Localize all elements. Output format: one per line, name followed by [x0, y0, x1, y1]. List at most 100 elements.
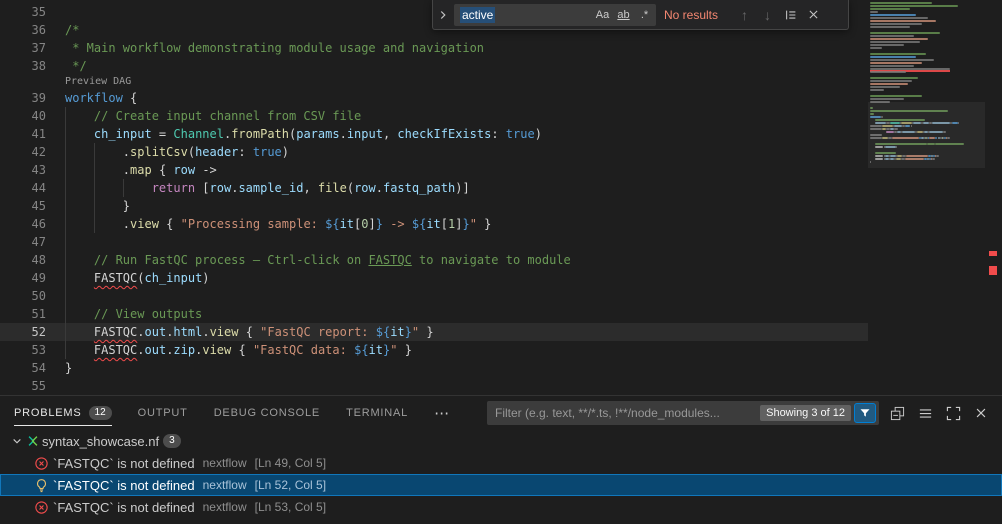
- line-number[interactable]: 45: [0, 197, 46, 215]
- panel-tab-problems[interactable]: PROBLEMS12: [14, 396, 112, 430]
- line-code[interactable]: // Create input channel from CSV file: [46, 107, 868, 125]
- line-number[interactable]: 37: [0, 39, 46, 57]
- more-filters-button[interactable]: [854, 403, 876, 423]
- line-code[interactable]: return [row.sample_id, file(row.fastq_pa…: [46, 179, 868, 197]
- line-code[interactable]: }: [46, 359, 868, 377]
- token: "Processing sample:: [181, 217, 326, 231]
- line-code[interactable]: FASTQC.out.zip.view { "FastQC data: ${it…: [46, 341, 868, 359]
- code-editor[interactable]: 3536 /* 37 * Main workflow demonstrating m…: [0, 0, 1002, 395]
- line-code[interactable]: ch_input = Channel.fromPath(params.input…: [46, 125, 868, 143]
- token: "FastQC data:: [253, 343, 354, 357]
- more-tabs-button[interactable]: ⋯: [434, 404, 450, 422]
- minimap-line: [870, 86, 900, 88]
- line-number[interactable]: 55: [0, 377, 46, 395]
- line-number[interactable]: 48: [0, 251, 46, 269]
- line-number[interactable]: 35: [0, 3, 46, 21]
- match-case-toggle[interactable]: Aa: [593, 5, 612, 24]
- line-code[interactable]: [46, 233, 868, 251]
- panel-tab-output[interactable]: OUTPUT: [138, 396, 188, 430]
- code-line-47[interactable]: 47: [0, 233, 868, 251]
- indent-guide: [65, 179, 66, 197]
- panel-tab-terminal[interactable]: TERMINAL: [346, 396, 408, 430]
- code-line-46[interactable]: 46 .view { "Processing sample: ${it[0]} …: [0, 215, 868, 233]
- collapse-all-button[interactable]: [886, 402, 908, 424]
- token: // Run FastQC process — Ctrl-click on: [94, 253, 369, 267]
- minimap[interactable]: [868, 0, 985, 395]
- line-code[interactable]: * Main workflow demonstrating module usa…: [46, 39, 868, 57]
- code-line-49[interactable]: 49 FASTQC(ch_input): [0, 269, 868, 287]
- maximize-panel-button[interactable]: [942, 402, 964, 424]
- problem-row[interactable]: `FASTQC` is not definednextflow[Ln 53, C…: [0, 496, 1002, 518]
- line-number[interactable]: 54: [0, 359, 46, 377]
- close-panel-button[interactable]: [970, 402, 992, 424]
- line-number[interactable]: 43: [0, 161, 46, 179]
- line-code[interactable]: */: [46, 57, 868, 75]
- line-code[interactable]: // View outputs: [46, 305, 868, 323]
- minimap-slider[interactable]: [868, 102, 985, 168]
- code-line-52[interactable]: 52 FASTQC.out.html.view { "FastQC report…: [0, 323, 868, 341]
- line-number[interactable]: 52: [0, 323, 46, 341]
- previous-match-button[interactable]: ↑: [734, 4, 755, 25]
- problem-row[interactable]: `FASTQC` is not definednextflow[Ln 52, C…: [0, 474, 1002, 496]
- line-number[interactable]: 41: [0, 125, 46, 143]
- code-line-38[interactable]: 38 */: [0, 57, 868, 75]
- code-lens-preview-dag[interactable]: Preview DAG: [65, 75, 868, 89]
- minimap-line: [870, 11, 878, 13]
- whole-word-toggle[interactable]: ab: [614, 5, 633, 24]
- line-code[interactable]: // Run FastQC process — Ctrl-click on FA…: [46, 251, 868, 269]
- panel-tab-debug-console[interactable]: DEBUG CONSOLE: [214, 396, 320, 430]
- line-code[interactable]: FASTQC(ch_input): [46, 269, 868, 287]
- token: :: [238, 145, 252, 159]
- view-as-table-button[interactable]: [914, 402, 936, 424]
- code-line-40[interactable]: 40 // Create input channel from CSV file: [0, 107, 868, 125]
- regex-toggle[interactable]: .*: [635, 5, 654, 24]
- code-line-41[interactable]: 41 ch_input = Channel.fromPath(params.in…: [0, 125, 868, 143]
- token: [65, 325, 94, 339]
- line-number[interactable]: 38: [0, 57, 46, 75]
- problem-row[interactable]: `FASTQC` is not definednextflow[Ln 49, C…: [0, 452, 1002, 474]
- code-line-50[interactable]: 50: [0, 287, 868, 305]
- filter-input[interactable]: [495, 406, 757, 420]
- token: header: [195, 145, 238, 159]
- line-number[interactable]: 44: [0, 179, 46, 197]
- token: /*: [65, 23, 79, 37]
- panel-tab-bar: PROBLEMS12 OUTPUT DEBUG CONSOLE TERMINAL: [14, 396, 434, 430]
- toggle-replace-button[interactable]: [436, 0, 450, 29]
- line-code[interactable]: .map { row ->: [46, 161, 868, 179]
- line-code[interactable]: .splitCsv(header: true): [46, 143, 868, 161]
- line-code[interactable]: }: [46, 197, 868, 215]
- line-code[interactable]: FASTQC.out.html.view { "FastQC report: $…: [46, 323, 868, 341]
- line-number[interactable]: 53: [0, 341, 46, 359]
- code-line-45[interactable]: 45 }: [0, 197, 868, 215]
- line-number[interactable]: 40: [0, 107, 46, 125]
- line-code[interactable]: workflow {: [46, 89, 868, 107]
- overview-ruler[interactable]: [985, 0, 1002, 395]
- line-number[interactable]: 49: [0, 269, 46, 287]
- code-line-39[interactable]: 39workflow {: [0, 89, 868, 107]
- code-line-55[interactable]: 55: [0, 377, 868, 395]
- code-line-44[interactable]: 44 return [row.sample_id, file(row.fastq…: [0, 179, 868, 197]
- code-line-37[interactable]: 37 * Main workflow demonstrating module …: [0, 39, 868, 57]
- line-number[interactable]: 42: [0, 143, 46, 161]
- close-find-button[interactable]: [803, 4, 824, 25]
- code-line-51[interactable]: 51 // View outputs: [0, 305, 868, 323]
- problems-file-row[interactable]: syntax_showcase.nf 3: [0, 430, 1002, 452]
- line-code[interactable]: .view { "Processing sample: ${it[0]} -> …: [46, 215, 868, 233]
- code-line-42[interactable]: 42 .splitCsv(header: true): [0, 143, 868, 161]
- line-code[interactable]: [46, 287, 868, 305]
- line-number[interactable]: 50: [0, 287, 46, 305]
- line-number[interactable]: 36: [0, 21, 46, 39]
- line-number[interactable]: 47: [0, 233, 46, 251]
- line-number[interactable]: 46: [0, 215, 46, 233]
- twistie[interactable]: [8, 434, 26, 448]
- find-in-selection-button[interactable]: [780, 4, 801, 25]
- next-match-button[interactable]: ↓: [757, 4, 778, 25]
- find-input[interactable]: active Aaab.*: [454, 4, 656, 26]
- line-number[interactable]: 51: [0, 305, 46, 323]
- line-number[interactable]: 39: [0, 89, 46, 107]
- code-line-53[interactable]: 53 FASTQC.out.zip.view { "FastQC data: $…: [0, 341, 868, 359]
- line-code[interactable]: [46, 377, 868, 395]
- code-line-43[interactable]: 43 .map { row ->: [0, 161, 868, 179]
- code-line-48[interactable]: 48 // Run FastQC process — Ctrl-click on…: [0, 251, 868, 269]
- code-line-54[interactable]: 54}: [0, 359, 868, 377]
